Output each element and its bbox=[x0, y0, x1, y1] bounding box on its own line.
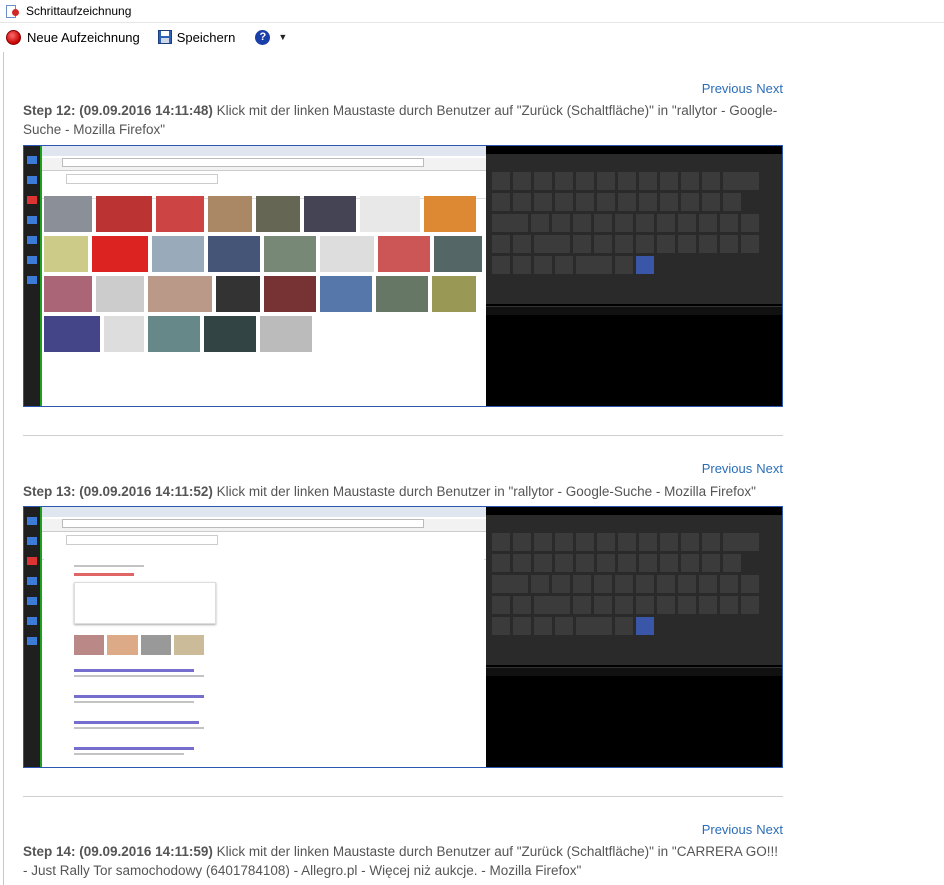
step-header: Step 13: (09.09.2016 14:11:52) bbox=[23, 484, 213, 499]
next-link[interactable]: Next bbox=[756, 81, 783, 96]
step-navigation: Previous Next bbox=[698, 822, 783, 837]
new-recording-label: Neue Aufzeichnung bbox=[27, 29, 140, 45]
previous-link[interactable]: Previous bbox=[702, 822, 753, 837]
step-header: Step 12: (09.09.2016 14:11:48) bbox=[23, 103, 213, 118]
save-button[interactable]: Speichern bbox=[157, 29, 236, 45]
step-navigation: Previous Next bbox=[698, 81, 783, 96]
help-icon: ? bbox=[255, 29, 271, 45]
window-title: Schrittaufzeichnung bbox=[26, 4, 132, 18]
screenshot-onscreen-keyboard bbox=[486, 146, 782, 406]
steps-recorder-app-icon bbox=[6, 4, 20, 18]
window-edge bbox=[3, 52, 4, 885]
screenshot-onscreen-keyboard bbox=[486, 507, 782, 767]
step-description: Step 12: (09.09.2016 14:11:48) Klick mit… bbox=[23, 101, 783, 139]
record-icon bbox=[6, 29, 21, 45]
save-label: Speichern bbox=[176, 29, 236, 45]
screenshot-taskbar bbox=[24, 146, 40, 406]
chevron-down-icon[interactable]: ▼ bbox=[278, 32, 287, 42]
image-results-grid bbox=[44, 196, 484, 406]
new-recording-button[interactable]: Neue Aufzeichnung bbox=[6, 29, 140, 45]
step-description: Step 13: (09.09.2016 14:11:52) Klick mit… bbox=[23, 482, 783, 501]
toolbar: Neue Aufzeichnung Speichern ? ▼ bbox=[0, 23, 944, 51]
screenshot-browser bbox=[40, 507, 488, 767]
previous-link[interactable]: Previous bbox=[702, 461, 753, 476]
next-link[interactable]: Next bbox=[756, 822, 783, 837]
help-menu-button[interactable]: ? ▼ bbox=[255, 29, 287, 45]
title-bar: Schrittaufzeichnung bbox=[0, 0, 944, 23]
step-screenshot[interactable] bbox=[23, 145, 783, 407]
step-navigation: Previous Next bbox=[698, 461, 783, 476]
next-link[interactable]: Next bbox=[756, 461, 783, 476]
screenshot-browser bbox=[40, 146, 488, 406]
step-description: Step 14: (09.09.2016 14:11:59) Klick mit… bbox=[23, 842, 783, 880]
floppy-disk-icon bbox=[157, 30, 172, 44]
step-text: Klick mit der linken Maustaste durch Ben… bbox=[212, 484, 756, 499]
search-results-page bbox=[44, 557, 484, 767]
step-divider bbox=[23, 796, 783, 797]
step-divider bbox=[23, 435, 783, 436]
previous-link[interactable]: Previous bbox=[702, 81, 753, 96]
screenshot-taskbar bbox=[24, 507, 40, 767]
step-header: Step 14: (09.09.2016 14:11:59) bbox=[23, 844, 213, 859]
step-screenshot[interactable] bbox=[23, 506, 783, 768]
